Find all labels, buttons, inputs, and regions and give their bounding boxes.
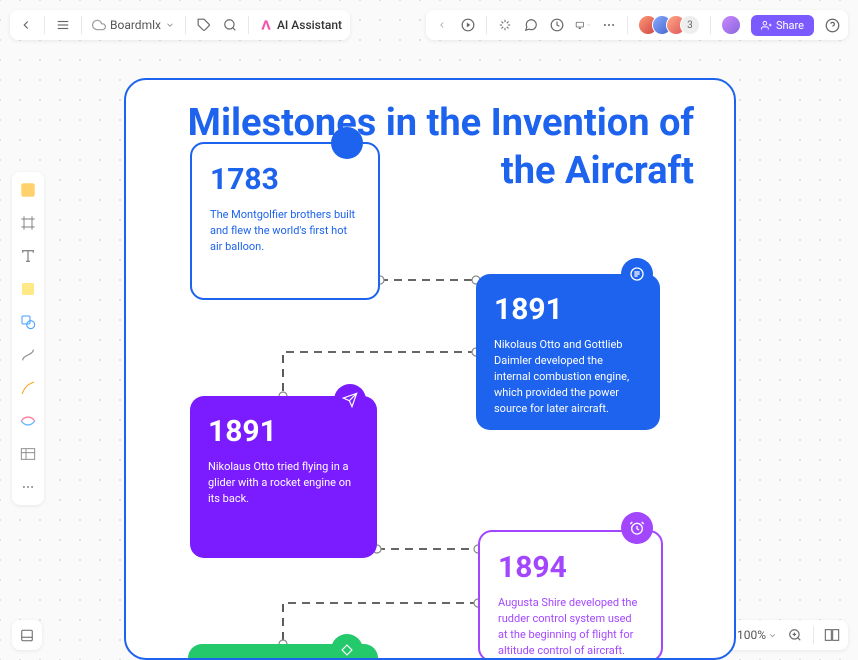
minimap-icon[interactable] <box>824 627 840 643</box>
card-desc: Augusta Shire developed the rudder contr… <box>498 595 643 659</box>
connector-tool[interactable] <box>18 345 38 365</box>
menu-icon[interactable] <box>55 17 71 33</box>
shape-tool[interactable] <box>18 312 38 332</box>
left-tool-rail <box>12 172 44 505</box>
ai-assistant-icon <box>259 18 273 32</box>
sparkle-icon[interactable] <box>497 17 513 33</box>
search-icon[interactable] <box>222 17 238 33</box>
text-tool[interactable] <box>18 246 38 266</box>
history-icon[interactable] <box>549 17 565 33</box>
card-year: 1783 <box>210 162 360 197</box>
card-desc: Nikolaus Otto and Gottlieb Daimler devel… <box>494 337 642 417</box>
timeline-card-1894[interactable]: 1894 Augusta Shire developed the rudder … <box>478 530 663 660</box>
share-button[interactable]: Share <box>751 15 814 36</box>
card-badge-diamond-icon <box>331 634 363 660</box>
chevron-down-icon <box>165 20 175 30</box>
collaborator-avatars[interactable]: 3 <box>638 15 700 35</box>
doc-name-dropdown[interactable]: Boardmlx <box>92 18 175 32</box>
frame-tool[interactable] <box>18 213 38 233</box>
card-badge-document-icon <box>621 258 653 290</box>
pen-tool[interactable] <box>18 378 38 398</box>
mindmap-tool[interactable] <box>18 411 38 431</box>
play-icon[interactable] <box>460 17 476 33</box>
top-right-toolbar: 3 Share <box>426 10 848 40</box>
sticky-note-tool[interactable] <box>18 279 38 299</box>
ai-assistant-button[interactable]: AI Assistant <box>259 18 342 32</box>
card-year: 1891 <box>208 414 359 449</box>
chevron-down-icon <box>768 631 777 640</box>
zoom-level-text: 100% <box>737 628 766 642</box>
cloud-icon <box>92 18 106 32</box>
doc-name-text: Boardmlx <box>110 18 161 32</box>
chevron-left-small-icon[interactable] <box>434 17 450 33</box>
card-badge-circle-icon <box>331 127 363 159</box>
table-tool[interactable] <box>18 444 38 464</box>
avatar-more-count: 3 <box>680 15 700 35</box>
slides-icon[interactable] <box>575 17 591 33</box>
divider <box>248 16 249 34</box>
divider <box>710 16 711 34</box>
divider <box>813 626 814 644</box>
card-badge-clock-icon <box>621 512 653 544</box>
current-user-avatar[interactable] <box>721 15 741 35</box>
back-icon[interactable] <box>18 17 34 33</box>
card-badge-paper-plane-icon <box>334 384 366 416</box>
diagram-frame[interactable]: Milestones in the Invention of the Aircr… <box>124 78 736 660</box>
timeline-card-1783[interactable]: 1783 The Montgolfier brothers built and … <box>190 142 380 300</box>
zoom-in-icon[interactable] <box>787 627 803 643</box>
bottom-left-panel-toggle[interactable] <box>12 620 42 650</box>
card-desc: Nikolaus Otto tried flying in a glider w… <box>208 459 359 507</box>
timeline-card-1891-glider[interactable]: 1891 Nikolaus Otto tried flying in a gli… <box>190 396 377 558</box>
divider <box>44 16 45 34</box>
templates-tool[interactable] <box>18 180 38 200</box>
card-year: 1891 <box>494 292 642 327</box>
panel-icon <box>20 628 34 643</box>
divider <box>486 16 487 34</box>
timeline-card-1891-engine[interactable]: 1891 Nikolaus Otto and Gottlieb Daimler … <box>476 274 660 430</box>
chevron-down-icon <box>586 21 591 29</box>
divider <box>81 16 82 34</box>
share-user-icon <box>761 20 772 31</box>
comment-icon[interactable] <box>523 17 539 33</box>
divider <box>627 16 628 34</box>
share-label: Share <box>776 19 804 32</box>
divider <box>185 16 186 34</box>
help-icon[interactable] <box>824 17 840 33</box>
more-tools-icon[interactable] <box>18 477 38 497</box>
tag-icon[interactable] <box>196 17 212 33</box>
more-icon[interactable] <box>601 17 617 33</box>
ai-assistant-label: AI Assistant <box>277 18 342 32</box>
zoom-level-dropdown[interactable]: 100% <box>737 628 777 642</box>
top-left-toolbar: Boardmlx AI Assistant <box>10 10 350 40</box>
card-year: 1894 <box>498 550 643 585</box>
card-desc: The Montgolfier brothers built and flew … <box>210 207 360 255</box>
